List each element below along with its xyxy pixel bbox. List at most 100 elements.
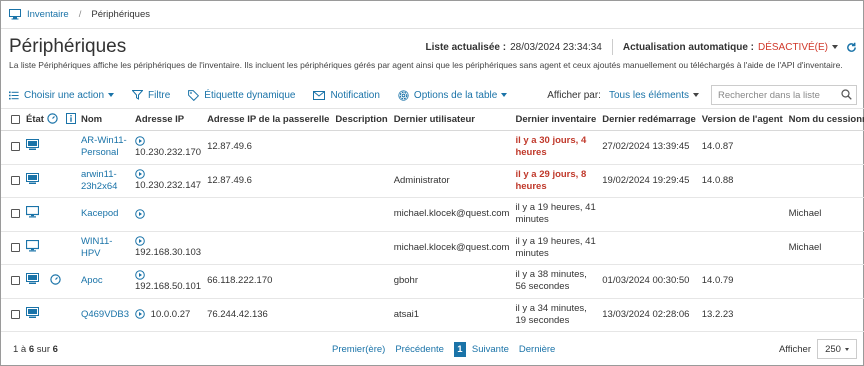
device-name-link[interactable]: Kacepod	[81, 208, 119, 219]
first-page-link[interactable]: Premier(ère)	[332, 344, 385, 355]
header-divider	[611, 39, 613, 55]
column-header-ip[interactable]: Adresse IP	[132, 108, 205, 131]
description-cell	[332, 298, 391, 332]
filter-button[interactable]: Filtre	[132, 90, 170, 101]
table-row[interactable]: arwin11-23h2x64 10.230.232.147 12.87.49.…	[1, 164, 864, 198]
info-icon-cell	[63, 164, 78, 198]
page-size-control: Afficher 250	[779, 339, 857, 359]
row-checkbox[interactable]	[11, 276, 20, 286]
column-header-last-user[interactable]: Dernier utilisateur	[390, 108, 513, 131]
page-size-select[interactable]: 250	[817, 339, 857, 359]
previous-page-link[interactable]: Précédente	[395, 344, 444, 355]
table-row[interactable]: Apoc 192.168.50.101 66.118.222.170 gbohr…	[1, 264, 864, 299]
last-user-cell: gbohr	[390, 264, 513, 299]
name-cell: Kacepod	[77, 197, 133, 232]
filter-label: Filtre	[148, 89, 171, 101]
device-name-link[interactable]: Q469VDB3	[81, 309, 129, 320]
name-cell: AR-Win11-Personal	[77, 130, 133, 165]
row-select-cell	[1, 164, 23, 198]
breadcrumb-inventory-link[interactable]: Inventaire	[27, 9, 69, 20]
dynamic-label-button[interactable]: Étiquette dynamique	[188, 90, 295, 101]
chevron-down-icon	[108, 93, 115, 97]
device-name-link[interactable]: AR-Win11-Personal	[81, 135, 127, 158]
name-cell: Apoc	[77, 264, 133, 299]
column-header-state[interactable]: État	[23, 108, 47, 131]
column-header-last-reboot[interactable]: Dernier redémarrage	[599, 108, 699, 131]
ip-cell: 10.230.232.147	[132, 164, 205, 198]
show-by-dropdown[interactable]: Tous les éléments	[609, 90, 689, 101]
select-all-checkbox[interactable]	[11, 114, 20, 124]
managed-device-icon	[26, 273, 39, 285]
last-updated-label: Liste actualisée :	[425, 41, 507, 53]
column-header-name[interactable]: Nom	[77, 108, 133, 131]
last-updated-value: 28/03/2024 23:34:34	[510, 41, 602, 53]
description-cell	[332, 130, 391, 165]
play-circle-icon[interactable]	[135, 169, 145, 180]
agent-version-cell	[698, 231, 786, 265]
last-inventory-cell: il y a 34 minutes, 19 secondes	[512, 298, 600, 332]
row-checkbox[interactable]	[11, 242, 20, 252]
gateway-cell: 12.87.49.6	[204, 164, 333, 198]
state-cell	[23, 197, 47, 232]
row-checkbox[interactable]	[11, 142, 20, 152]
column-header-description[interactable]: Description	[332, 108, 391, 131]
refresh-icon[interactable]	[846, 42, 857, 53]
choose-action-button[interactable]: Choisir une action	[9, 90, 115, 101]
status-icon-cell	[46, 130, 64, 165]
page-title: Périphériques	[9, 36, 127, 57]
table-row[interactable]: AR-Win11-Personal 10.230.232.170 12.87.4…	[1, 130, 864, 165]
show-by-caret-icon[interactable]	[693, 93, 699, 97]
notification-button[interactable]: Notification	[313, 90, 380, 101]
row-checkbox[interactable]	[11, 309, 20, 319]
row-select-cell	[1, 197, 23, 232]
row-checkbox[interactable]	[11, 175, 20, 185]
last-reboot-cell: 19/02/2024 19:29:45	[599, 164, 699, 198]
play-circle-icon[interactable]	[135, 135, 145, 146]
column-header-gateway[interactable]: Adresse IP de la passerelle	[204, 108, 333, 131]
managed-device-icon	[26, 139, 39, 151]
play-circle-icon[interactable]	[135, 309, 145, 320]
play-circle-icon[interactable]	[135, 269, 145, 280]
column-header-agent-version[interactable]: Version de l'agent	[698, 108, 786, 131]
managed-device-icon	[26, 306, 39, 318]
row-select-cell	[1, 231, 23, 265]
auto-refresh-label: Actualisation automatique :	[622, 41, 754, 53]
device-name-link[interactable]: Apoc	[81, 275, 103, 286]
table-row[interactable]: Kacepod michael.klocek@quest.com il y a …	[1, 197, 864, 232]
table-row[interactable]: Q469VDB3 10.0.0.27 76.244.42.136 atsai1 …	[1, 298, 864, 332]
column-header-assignee[interactable]: Nom du cessionnaire	[785, 108, 864, 131]
breadcrumb-separator: /	[78, 9, 82, 20]
last-reboot-cell: 01/03/2024 00:30:50	[599, 264, 699, 299]
toolbar-right: Afficher par: Tous les éléments	[547, 85, 857, 105]
last-page-link[interactable]: Dernière	[519, 344, 555, 355]
assignee-cell	[785, 298, 864, 332]
agent-version-cell: 14.0.79	[698, 264, 786, 299]
page-description: La liste Périphériques affiche les périp…	[9, 60, 843, 70]
breadcrumb-current: Périphériques	[91, 9, 150, 20]
gateway-cell: 12.87.49.6	[204, 130, 333, 165]
search-input[interactable]	[712, 86, 832, 104]
device-name-link[interactable]: WIN11-HPV	[81, 236, 113, 259]
info-icon-cell	[63, 197, 78, 232]
chevron-down-icon	[844, 347, 849, 351]
row-checkbox[interactable]	[11, 209, 20, 219]
play-circle-icon[interactable]	[135, 208, 145, 219]
tag-icon	[188, 89, 200, 101]
next-page-link[interactable]: Suivante	[472, 344, 509, 355]
agent-version-cell	[698, 197, 786, 232]
table-header-row: État Nom Adresse IP Adresse IP de la pas…	[1, 108, 864, 131]
table-options-button[interactable]: Options de la table	[398, 90, 508, 101]
table-row[interactable]: WIN11-HPV 192.168.30.103 michael.klocek@…	[1, 231, 864, 265]
play-circle-icon[interactable]	[135, 236, 145, 247]
column-header-last-inventory[interactable]: Dernier inventaire	[512, 108, 600, 131]
description-cell	[332, 231, 391, 265]
status-icon-cell	[46, 264, 64, 299]
ip-cell: 10.230.232.170	[132, 130, 205, 165]
description-cell	[332, 164, 391, 198]
device-name-link[interactable]: arwin11-23h2x64	[81, 169, 117, 192]
current-page-button[interactable]: 1	[453, 341, 466, 357]
auto-refresh-caret-icon[interactable]	[832, 45, 838, 49]
search-icon[interactable]	[841, 89, 852, 100]
result-count: 1 à 6 sur 6	[13, 344, 58, 355]
auto-refresh-dropdown[interactable]: DÉSACTIVÉ(E)	[758, 42, 828, 53]
